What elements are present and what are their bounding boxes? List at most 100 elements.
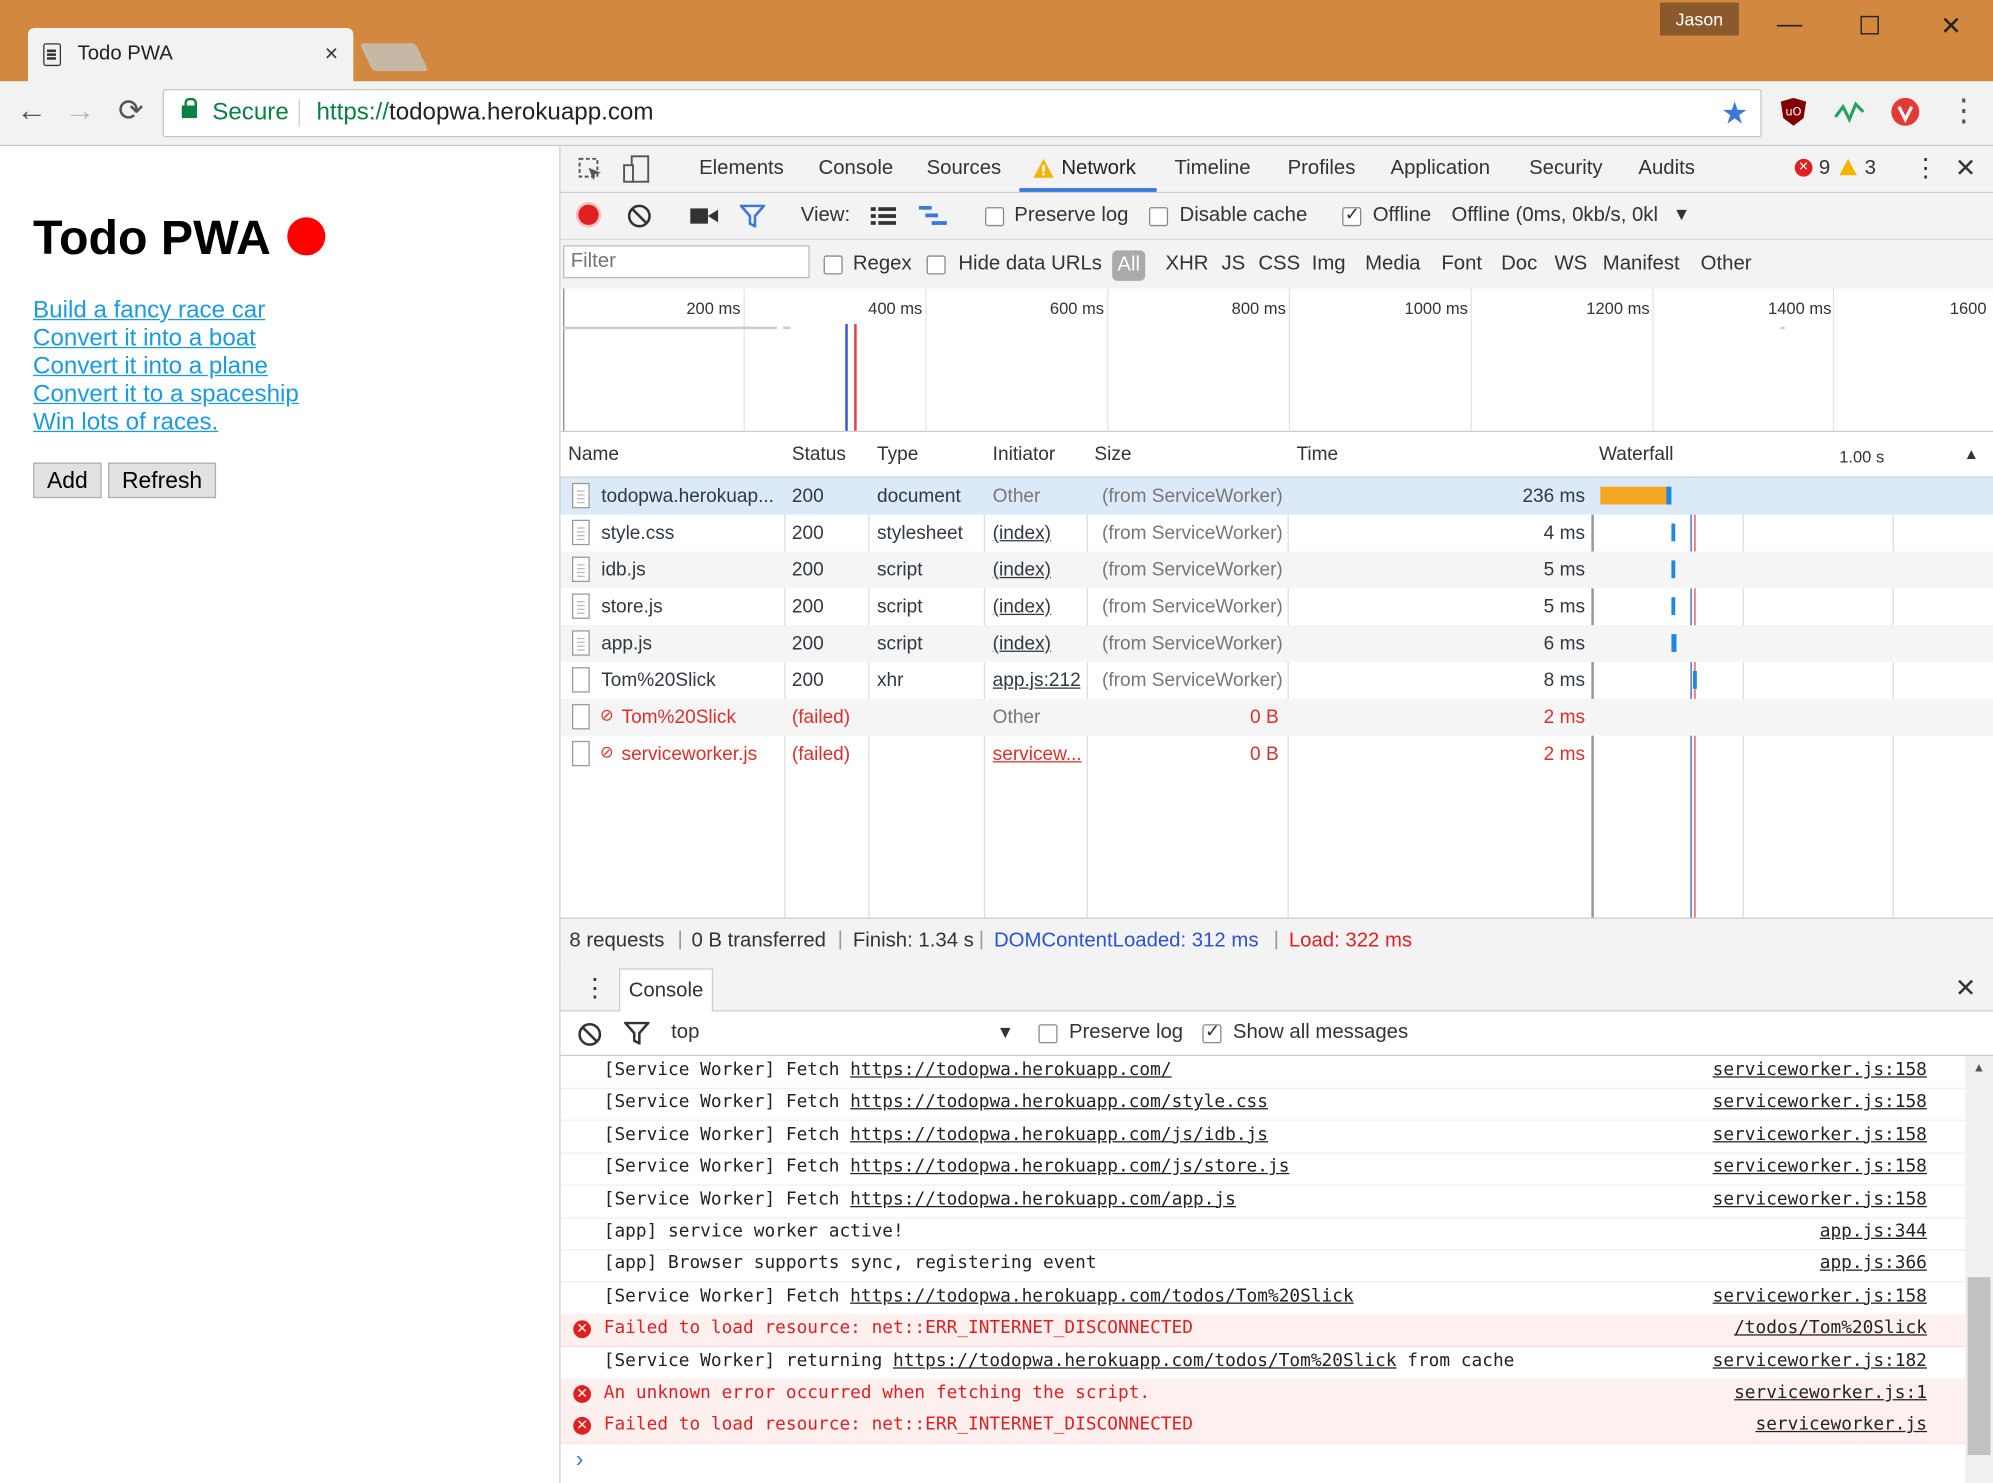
console-url-link[interactable]: https://todopwa.herokuapp.com/style.css bbox=[850, 1092, 1268, 1112]
clear-icon[interactable] bbox=[627, 203, 652, 228]
tab-audits[interactable]: Audits bbox=[1638, 158, 1695, 181]
browser-tab[interactable]: Todo PWA × bbox=[27, 27, 354, 82]
console-source-link[interactable]: serviceworker.js:182 bbox=[1713, 1350, 1927, 1370]
todo-item[interactable]: Convert it into a boat bbox=[33, 325, 256, 353]
console-source-link[interactable]: /todos/Tom%20Slick bbox=[1734, 1318, 1927, 1338]
large-rows-icon[interactable] bbox=[870, 207, 897, 225]
filter-type-ws[interactable]: WS bbox=[1554, 253, 1587, 276]
todo-item[interactable]: Convert it into a plane bbox=[33, 353, 268, 381]
console-url-link[interactable]: https://todopwa.herokuapp.com/js/store.j… bbox=[850, 1157, 1289, 1177]
chevron-down-icon[interactable]: ▼ bbox=[997, 1022, 1015, 1042]
filter-type-manifest[interactable]: Manifest bbox=[1603, 253, 1680, 276]
console-url-link[interactable]: https://todopwa.herokuapp.com/todos/Tom%… bbox=[850, 1286, 1354, 1306]
column-header-type[interactable]: Type bbox=[877, 444, 918, 466]
filter-icon[interactable] bbox=[739, 204, 766, 228]
tab-console[interactable]: Console bbox=[819, 158, 894, 181]
table-row[interactable]: style.css 200 stylesheet (index) (from Servi… bbox=[561, 515, 1993, 552]
error-count[interactable]: 9 bbox=[1819, 158, 1830, 181]
table-row[interactable]: idb.js 200 script (index) (from ServiceWorke… bbox=[560, 551, 1993, 589]
record-button[interactable] bbox=[578, 204, 599, 225]
console-source-link[interactable]: serviceworker.js:158 bbox=[1713, 1157, 1927, 1177]
shield-extension-icon[interactable] bbox=[1890, 97, 1921, 127]
filter-type-all[interactable]: All bbox=[1112, 250, 1146, 281]
close-window-button[interactable]: ✕ bbox=[1926, 10, 1977, 43]
clear-console-icon[interactable] bbox=[577, 1022, 602, 1047]
console-url-link[interactable]: https://todopwa.herokuapp.com/js/idb.js bbox=[850, 1124, 1268, 1144]
bookmark-star-icon[interactable]: ★ bbox=[1721, 95, 1748, 132]
cell-initiator[interactable]: app.js:212 bbox=[993, 670, 1081, 692]
console-scrollbar-thumb[interactable] bbox=[1967, 1277, 1991, 1456]
cell-initiator[interactable]: (index) bbox=[993, 559, 1051, 581]
cell-initiator[interactable]: servicew... bbox=[993, 743, 1082, 765]
console-source-link[interactable]: serviceworker.js:158 bbox=[1713, 1286, 1927, 1306]
cell-initiator[interactable]: (index) bbox=[993, 633, 1051, 655]
console-preserve-log-checkbox[interactable] bbox=[1038, 1024, 1058, 1044]
console-source-link[interactable]: serviceworker.js:1 bbox=[1734, 1383, 1927, 1403]
console-source-link[interactable]: app.js:344 bbox=[1820, 1221, 1927, 1241]
close-drawer-icon[interactable]: ✕ bbox=[1955, 972, 1976, 1004]
console-url-link[interactable]: https://todopwa.herokuapp.com/todos/Tom%… bbox=[893, 1350, 1397, 1370]
activity-extension-icon[interactable] bbox=[1834, 97, 1865, 127]
column-header-initiator[interactable]: Initiator bbox=[993, 444, 1056, 466]
filter-type-font[interactable]: Font bbox=[1441, 253, 1482, 276]
cell-initiator[interactable]: (index) bbox=[993, 522, 1051, 544]
tab-elements[interactable]: Elements bbox=[699, 158, 784, 181]
back-button[interactable]: ← bbox=[13, 94, 51, 132]
drawer-menu-icon[interactable]: ⋮ bbox=[582, 972, 607, 1004]
drawer-tab-console[interactable]: Console bbox=[618, 968, 714, 1012]
scroll-up-icon[interactable]: ▲ bbox=[1973, 1061, 1986, 1075]
overview-icon[interactable] bbox=[918, 205, 947, 226]
console-source-link[interactable]: app.js:366 bbox=[1820, 1253, 1927, 1273]
tab-timeline[interactable]: Timeline bbox=[1174, 158, 1250, 181]
maximize-button[interactable]: ☐ bbox=[1844, 10, 1895, 43]
column-header-time[interactable]: Time bbox=[1296, 444, 1338, 466]
console-prompt[interactable]: › bbox=[576, 1446, 584, 1473]
console-source-link[interactable]: serviceworker.js:158 bbox=[1713, 1124, 1927, 1144]
console-url-link[interactable]: https://todopwa.herokuapp.com/app.js bbox=[850, 1189, 1236, 1209]
reload-button[interactable]: ⟳ bbox=[112, 94, 150, 132]
new-tab-button[interactable] bbox=[359, 43, 429, 72]
show-all-messages-checkbox[interactable] bbox=[1202, 1020, 1222, 1044]
throttling-select[interactable]: Offline (0ms, 0kb/s, 0kl bbox=[1452, 205, 1658, 228]
todo-item[interactable]: Convert it to a spaceship bbox=[33, 381, 299, 409]
ublock-shield-icon[interactable]: uO bbox=[1778, 97, 1809, 127]
table-row[interactable]: ⊘ Tom%20Slick (failed) Other 0 B 2 ms bbox=[560, 698, 1993, 736]
offline-checkbox[interactable] bbox=[1342, 203, 1362, 227]
console-source-link[interactable]: serviceworker.js:158 bbox=[1713, 1189, 1927, 1209]
todo-item[interactable]: Build a fancy race car bbox=[33, 297, 265, 325]
column-header-waterfall[interactable]: Waterfall bbox=[1599, 444, 1674, 466]
network-overview[interactable]: 200 ms 400 ms 600 ms 800 ms 1000 ms 1200… bbox=[560, 288, 1993, 433]
table-row[interactable]: store.js 200 script (index) (from ServiceWor… bbox=[561, 588, 1993, 625]
table-row[interactable]: Tom%20Slick 200 xhr app.js:212 (from Service… bbox=[561, 662, 1993, 699]
console-source-link[interactable]: serviceworker.js bbox=[1755, 1415, 1926, 1435]
disable-cache-checkbox[interactable] bbox=[1149, 207, 1169, 227]
sort-ascending-icon[interactable]: ▲ bbox=[1964, 445, 1979, 463]
forward-button[interactable]: → bbox=[61, 94, 99, 132]
tab-close-icon[interactable]: × bbox=[325, 41, 338, 68]
context-select[interactable]: top bbox=[671, 1022, 699, 1045]
filter-type-js[interactable]: JS bbox=[1221, 253, 1245, 276]
tab-application[interactable]: Application bbox=[1391, 158, 1490, 181]
filter-type-img[interactable]: Img bbox=[1312, 253, 1346, 276]
inspect-element-icon[interactable] bbox=[578, 157, 603, 183]
tab-sources[interactable]: Sources bbox=[927, 158, 1002, 181]
filter-type-media[interactable]: Media bbox=[1365, 253, 1420, 276]
cell-initiator[interactable]: (index) bbox=[993, 596, 1051, 618]
device-toolbar-icon[interactable] bbox=[622, 155, 653, 183]
url-text[interactable]: https://todopwa.herokuapp.com bbox=[316, 99, 653, 127]
refresh-button[interactable]: Refresh bbox=[108, 462, 217, 499]
regex-checkbox[interactable] bbox=[823, 255, 843, 275]
console-filter-icon[interactable] bbox=[624, 1021, 650, 1045]
devtools-menu-icon[interactable]: ⋮ bbox=[1913, 152, 1938, 184]
tab-security[interactable]: Security bbox=[1529, 158, 1602, 181]
close-devtools-icon[interactable]: ✕ bbox=[1955, 152, 1976, 184]
capture-screenshots-icon[interactable] bbox=[690, 206, 719, 226]
column-header-size[interactable]: Size bbox=[1094, 444, 1131, 466]
filter-type-xhr[interactable]: XHR bbox=[1166, 253, 1209, 276]
browser-menu-icon[interactable]: ⋮ bbox=[1945, 94, 1983, 132]
column-header-status[interactable]: Status bbox=[792, 444, 846, 466]
add-button[interactable]: Add bbox=[33, 462, 102, 499]
console-source-link[interactable]: serviceworker.js:158 bbox=[1713, 1092, 1927, 1112]
warning-count[interactable]: 3 bbox=[1865, 158, 1876, 181]
profile-button[interactable]: Jason bbox=[1659, 2, 1739, 36]
